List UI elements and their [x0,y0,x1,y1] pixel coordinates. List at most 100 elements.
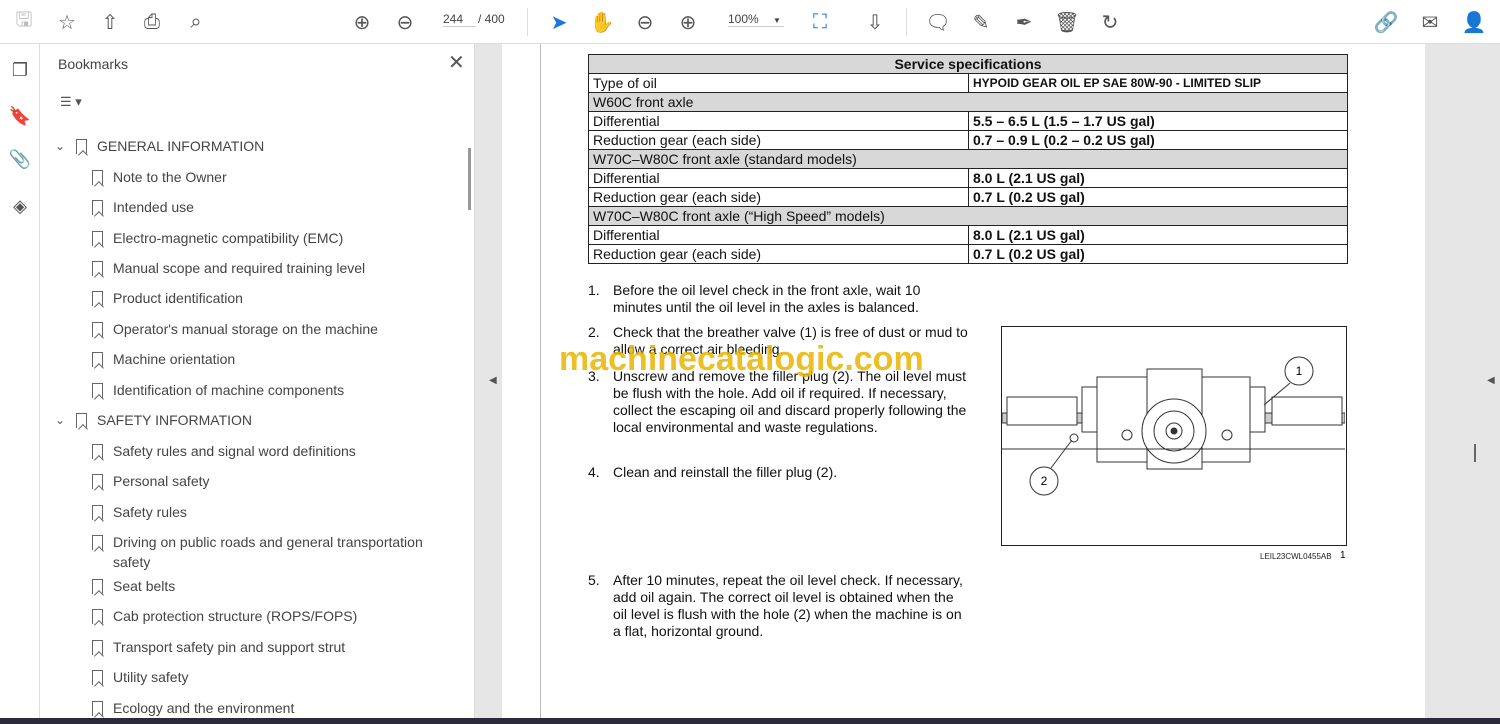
step-number: 2. [588,324,600,340]
spec-label: Differential [588,168,969,188]
bookmark-item[interactable]: Note to the Owner [113,167,443,187]
table-row: Type of oil HYPOID GEAR OIL EP SAE 80W-90… [588,73,1348,93]
watermark: machinecatalogic.com [559,340,924,378]
spec-value: 8.0 L (2.1 US gal) [968,225,1348,245]
close-icon[interactable]: ✕ [448,50,465,75]
bookmark-item[interactable]: Manual scope and required training level [113,258,443,278]
email-icon[interactable]: ✉ [1416,8,1444,36]
print-icon[interactable]: ⎙ [138,8,166,36]
bookmark-icon [92,200,103,215]
upload-cloud-icon[interactable]: ⇧ [96,8,124,36]
page-margin-line [540,44,541,720]
procedure-step: 4. Clean and reinstall the filler plug (2… [588,464,968,481]
star-icon[interactable]: ☆ [53,8,81,36]
chevron-down-icon[interactable]: ⌄ [55,139,65,153]
spec-value: 0.7 – 0.9 L (0.2 – 0.2 US gal) [968,130,1348,150]
pages-icon[interactable]: ❐ [8,60,32,84]
share-link-icon[interactable]: 🔗 [1372,8,1400,36]
figure-caption: LEIL23CWL0455AB [1260,552,1332,561]
bookmark-item[interactable]: SAFETY INFORMATION [97,410,427,430]
bookmark-item[interactable]: Safety rules and signal word definitions [113,441,443,461]
spec-value: 8.0 L (2.1 US gal) [968,168,1348,188]
page-down-icon[interactable]: ⊖ [391,8,419,36]
bookmark-item[interactable]: Machine orientation [113,349,443,369]
service-spec-table: Service specifications Type of oil HYPOID … [588,54,1348,264]
divider [906,8,907,36]
step-text: After 10 minutes, repeat the oil level c… [613,572,963,639]
table-title: Service specifications [588,54,1348,74]
comment-icon[interactable]: 🗨 [924,8,952,36]
step-text: Clean and reinstall the filler plug (2). [613,464,838,480]
bookmark-icon [92,670,103,685]
attachment-icon[interactable]: 📎 [8,149,32,173]
page-total: / 400 [478,12,505,26]
bookmark-item[interactable]: Electro-magnetic compatibility (EMC) [113,228,443,248]
chevron-down-icon[interactable]: ⌄ [55,413,65,427]
spec-label: Reduction gear (each side) [588,187,969,207]
page-up-icon[interactable]: ⊕ [348,8,376,36]
bookmark-item[interactable]: Identification of machine components [113,380,443,400]
step-number: 4. [588,464,600,480]
table-row: Reduction gear (each side) 0.7 – 0.9 L (0… [588,130,1348,150]
bookmark-item[interactable]: Seat belts [113,576,443,596]
zoom-in-icon[interactable]: ⊕ [674,8,702,36]
callout-2: 2 [1041,474,1048,488]
page-number-input[interactable]: 244 [443,12,476,27]
spec-label: Differential [588,111,969,131]
spec-label: Reduction gear (each side) [588,244,969,264]
bookmark-item[interactable]: Safety rules [113,502,443,522]
bookmark-icon [92,701,103,716]
taskbar-edge [0,718,1500,724]
search-icon[interactable]: ⌕ [182,8,210,36]
bookmark-item[interactable]: Utility safety [113,667,443,687]
options-menu-icon[interactable]: ☰ ▾ [60,94,82,110]
step-number: 1. [588,282,600,298]
sign-icon[interactable]: ✒ [1010,8,1038,36]
bookmark-icon [76,139,87,154]
bookmark-icon [92,352,103,367]
bookmark-item[interactable]: Ecology and the environment [113,698,443,718]
bookmark-item[interactable]: Intended use [113,197,443,217]
bookmark-item[interactable]: GENERAL INFORMATION [97,136,427,156]
table-header-row: Service specifications [588,54,1348,74]
axle-figure: 1 2 [1001,326,1347,546]
scrollbar[interactable] [1474,444,1476,462]
save-icon[interactable]: 🖫 [10,8,38,36]
add-user-icon[interactable]: 👤 [1460,8,1488,36]
bookmark-item[interactable]: Driving on public roads and general tran… [113,532,443,572]
bookmark-icon [92,383,103,398]
bookmark-icon [92,640,103,655]
bookmark-icon [92,322,103,337]
collapse-panel-arrow-icon[interactable]: ◀ [489,375,497,386]
zoom-out-icon[interactable]: ⊖ [631,8,659,36]
step-number: 5. [588,572,600,588]
bookmark-icon [92,231,103,246]
bookmark-item[interactable]: Operator's manual storage on the machine [113,319,443,339]
section-label: W60C front axle [588,92,1348,112]
spec-label: Reduction gear (each side) [588,130,969,150]
procedure-step: 5. After 10 minutes, repeat the oil level… [588,572,968,640]
toolbar: 🖫 ☆ ⇧ ⎙ ⌕ ⊕ ⊖ 244 / 400 ➤ ✋ ⊖ ⊕ 100% ▼ ⛶… [0,0,1500,44]
highlight-pen-icon[interactable]: ✎ [967,8,995,36]
trash-icon[interactable]: 🗑 [1053,8,1081,36]
scrollbar[interactable] [468,148,471,210]
fit-page-icon[interactable]: ⛶ [806,8,834,36]
layers-icon[interactable]: ◈ [8,196,32,220]
select-cursor-icon[interactable]: ➤ [545,8,573,36]
bookmark-icon [92,609,103,624]
bookmark-icon [92,505,103,520]
chevron-down-icon[interactable]: ▼ [773,16,781,25]
expand-right-panel-arrow-icon[interactable]: ◀ [1487,375,1495,386]
step-text: Before the oil level check in the front … [613,282,921,315]
bookmark-icon[interactable]: 🔖 [8,106,32,130]
bookmark-item[interactable]: Transport safety pin and support strut [113,637,443,657]
bookmark-item[interactable]: Product identification [113,288,443,308]
table-section-row: W60C front axle [588,92,1348,112]
scroll-mode-icon[interactable]: ⇩ [861,8,889,36]
bookmark-icon [92,261,103,276]
rotate-icon[interactable]: ↻ [1096,8,1124,36]
hand-tool-icon[interactable]: ✋ [588,8,616,36]
bookmark-item[interactable]: Personal safety [113,471,443,491]
figure-number: 1 [1340,550,1346,561]
bookmark-item[interactable]: Cab protection structure (ROPS/FOPS) [113,606,443,626]
